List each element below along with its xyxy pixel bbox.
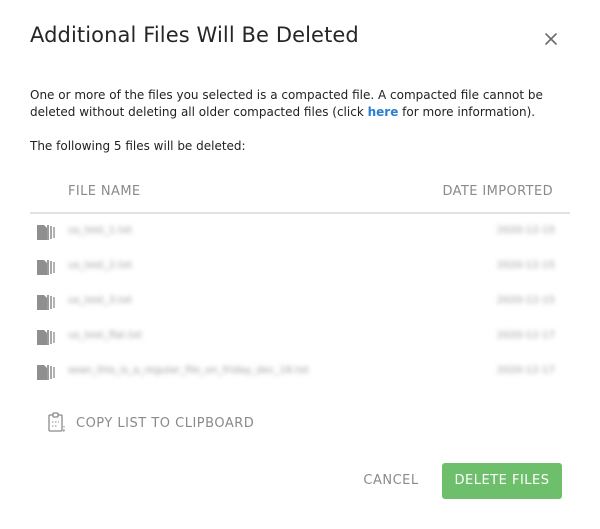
file-name: sean_this_is_a_regular_file_on_friday_de… [68, 365, 310, 376]
copy-list-label: COPY LIST TO CLIPBOARD [76, 415, 255, 431]
date-imported: 2020-12-17 [496, 365, 555, 376]
dialog-title: Additional Files Will Be Deleted [30, 23, 359, 47]
file-name: us_test_3.txt [68, 295, 133, 306]
files-table: FILE NAME DATE IMPORTED us_test_1.txt 202… [30, 178, 570, 389]
close-icon[interactable] [540, 28, 562, 50]
more-information-link[interactable]: here [368, 105, 399, 119]
table-header: FILE NAME DATE IMPORTED [30, 178, 570, 214]
files-count-text: The following 5 files will be deleted: [30, 139, 246, 153]
description-text-after-link: for more information). [398, 105, 536, 119]
column-header-date-imported: DATE IMPORTED [442, 184, 553, 199]
compacted-file-icon [36, 293, 58, 311]
dialog-description: One or more of the files you selected is… [30, 87, 578, 121]
table-row: us_test_2.txt 2020-12-15 [30, 249, 570, 284]
cancel-button[interactable]: CANCEL [356, 466, 426, 496]
file-name: us_test_2.txt [68, 260, 133, 271]
table-row: sean_this_is_a_regular_file_on_friday_de… [30, 354, 570, 389]
clipboard-icon [46, 412, 66, 434]
delete-files-dialog: Additional Files Will Be Deleted One or … [0, 0, 600, 529]
date-imported: 2020-12-17 [496, 330, 555, 341]
copy-list-to-clipboard-button[interactable]: COPY LIST TO CLIPBOARD [46, 411, 254, 435]
file-name: us_test_1.txt [68, 225, 133, 236]
compacted-file-icon [36, 328, 58, 346]
table-row: us_test_3.txt 2020-12-15 [30, 284, 570, 319]
date-imported: 2020-12-15 [496, 295, 555, 306]
table-row: us_test_flat.txt 2020-12-17 [30, 319, 570, 354]
compacted-file-icon [36, 258, 58, 276]
delete-files-button[interactable]: DELETE FILES [442, 463, 562, 499]
date-imported: 2020-12-15 [496, 260, 555, 271]
table-row: us_test_1.txt 2020-12-15 [30, 214, 570, 249]
compacted-file-icon [36, 223, 58, 241]
compacted-file-icon [36, 363, 58, 381]
file-name: us_test_flat.txt [68, 330, 143, 341]
table-body: us_test_1.txt 2020-12-15 us_test_2.txt 2020… [30, 214, 570, 389]
column-header-file-name: FILE NAME [68, 184, 141, 199]
date-imported: 2020-12-15 [496, 225, 555, 236]
